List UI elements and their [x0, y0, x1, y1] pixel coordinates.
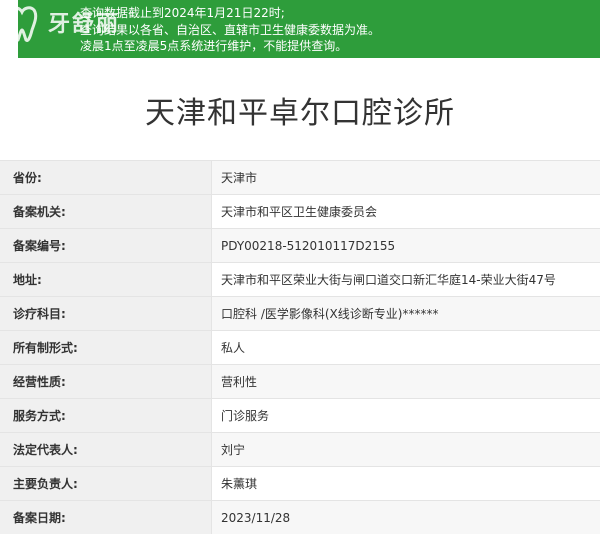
row-value: 刘宁 — [221, 443, 246, 457]
row-label: 所有制形式: — [0, 331, 212, 364]
watermark-text: 牙舒丽 — [48, 11, 121, 37]
table-row: 诊疗科目: 口腔科 /医学影像科(X线诊断专业)****** — [0, 296, 600, 330]
table-row: 备案机关: 天津市和平区卫生健康委员会 — [0, 194, 600, 228]
row-label: 经营性质: — [0, 365, 212, 398]
table-row: 备案日期: 2023/11/28 — [0, 500, 600, 534]
row-label: 法定代表人: — [0, 433, 212, 466]
tooth-logo-icon — [6, 6, 38, 42]
row-label: 服务方式: — [0, 399, 212, 432]
row-value: 天津市和平区卫生健康委员会 — [221, 205, 378, 219]
table-row: 备案编号: PDY00218-512010117D2155 — [0, 228, 600, 262]
row-value: PDY00218-512010117D2155 — [221, 239, 396, 253]
row-label: 主要负责人: — [0, 467, 212, 500]
row-label: 省份: — [0, 161, 212, 194]
row-label: 备案机关: — [0, 195, 212, 228]
table-row: 法定代表人: 刘宁 — [0, 432, 600, 466]
table-row: 主要负责人: 朱薰琪 — [0, 466, 600, 500]
row-label: 诊疗科目: — [0, 297, 212, 330]
row-value: 口腔科 /医学影像科(X线诊断专业)****** — [221, 307, 439, 321]
table-row: 省份: 天津市 — [0, 160, 600, 194]
info-table: 省份: 天津市 备案机关: 天津市和平区卫生健康委员会 备案编号: PDY002… — [0, 160, 600, 534]
page-title: 天津和平卓尔口腔诊所 — [145, 96, 455, 131]
table-row: 经营性质: 营利性 — [0, 364, 600, 398]
row-value: 营利性 — [221, 375, 258, 389]
table-row: 服务方式: 门诊服务 — [0, 398, 600, 432]
row-value: 天津市 — [221, 171, 258, 185]
table-row: 地址: 天津市和平区荣业大街与闸口道交口新汇华庭14-荣业大街47号 — [0, 262, 600, 296]
table-row: 所有制形式: 私人 — [0, 330, 600, 364]
watermark-logo: 牙舒丽 — [0, 0, 140, 46]
row-label: 地址: — [0, 263, 212, 296]
row-value: 天津市和平区荣业大街与闸口道交口新汇华庭14-荣业大街47号 — [221, 273, 556, 287]
row-value: 门诊服务 — [221, 409, 270, 423]
row-value: 2023/11/28 — [221, 511, 291, 525]
row-label: 备案编号: — [0, 229, 212, 262]
row-label: 备案日期: — [0, 501, 212, 534]
row-value: 私人 — [221, 341, 246, 355]
row-value: 朱薰琪 — [221, 477, 258, 491]
